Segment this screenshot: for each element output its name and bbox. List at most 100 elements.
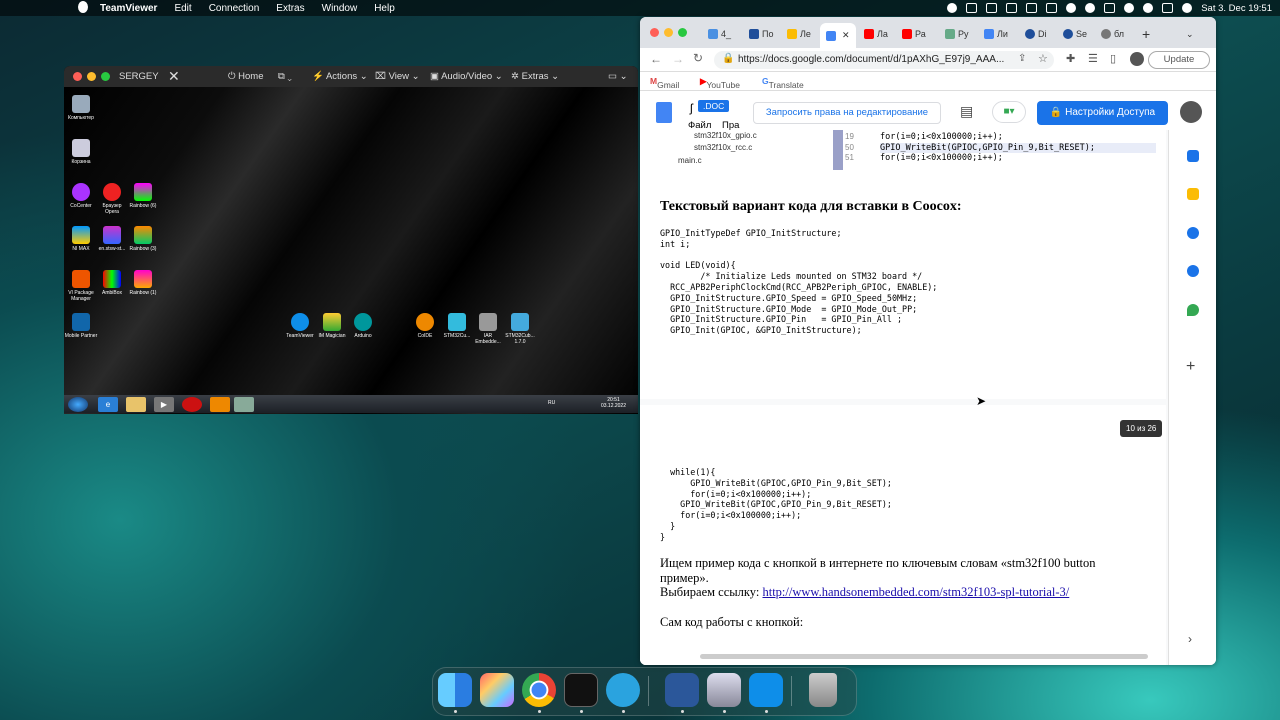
chrome-icon[interactable] (522, 673, 556, 707)
desktop-icon-rainbow6[interactable]: Rainbow (6) (126, 183, 160, 209)
meet-icon[interactable]: ■▾ (992, 101, 1026, 123)
reload-icon[interactable]: ↻ (693, 51, 703, 65)
preview-icon[interactable] (707, 673, 741, 707)
tab-9[interactable]: Se (1063, 24, 1087, 44)
apple-icon[interactable] (78, 1, 88, 13)
forward-icon[interactable]: → (672, 52, 684, 66)
close-session-icon[interactable]: ✕ (168, 68, 180, 85)
ie-icon[interactable]: e (98, 396, 118, 412)
menu-connection[interactable]: Connection (209, 3, 260, 14)
coide-taskbar-icon[interactable] (210, 396, 230, 412)
request-edit-button[interactable]: Запросить права на редактирование (753, 102, 941, 124)
launchpad-icon[interactable] (480, 673, 514, 707)
tab-7[interactable]: Ли (984, 24, 1008, 44)
calendar-icon[interactable] (1187, 150, 1199, 162)
files-icon[interactable]: ⧉ ⌄ (278, 71, 292, 82)
app-taskbar-icon[interactable] (234, 396, 254, 412)
desktop-icon-teamviewer[interactable]: TeamViewer (283, 313, 317, 339)
docs-logo-icon[interactable] (656, 102, 672, 123)
toolbar-actions[interactable]: ⚡ Actions ⌄ (312, 71, 368, 82)
media-player-icon[interactable]: ▶ (154, 396, 174, 412)
desktop-icon-nimax[interactable]: NI MAX (64, 226, 98, 252)
tab-1[interactable]: 4_ (708, 24, 731, 44)
fullscreen-icon[interactable]: ▭ ⌄ (608, 71, 628, 82)
chrome-minimize-button[interactable] (664, 28, 673, 37)
menu-help[interactable]: Help (374, 3, 395, 14)
tab-3[interactable]: Ле (787, 24, 811, 44)
siri-icon[interactable] (1182, 3, 1193, 13)
windows-clock[interactable]: 20:51 03.12.2022 (601, 397, 626, 409)
vk-icon[interactable] (1104, 3, 1116, 13)
keyboard-icon[interactable] (1046, 3, 1058, 13)
folder-icon[interactable] (126, 396, 146, 412)
search-icon[interactable] (1143, 3, 1154, 13)
toolbar-view[interactable]: ⌧ View ⌄ (375, 71, 420, 82)
tasks-icon[interactable] (1187, 227, 1199, 239)
sidepanel-icon[interactable]: ▯ (1110, 52, 1116, 65)
trash-icon[interactable] (809, 673, 837, 707)
horizontal-scrollbar[interactable] (700, 654, 1148, 659)
tab-10[interactable]: бл (1101, 24, 1124, 44)
menu-window[interactable]: Window (322, 3, 358, 14)
battery-icon[interactable] (986, 3, 998, 13)
tutorial-link[interactable]: http://www.handsonembedded.com/stm32f103… (762, 585, 1069, 599)
minimize-window-button[interactable] (87, 72, 96, 81)
desktop-icon-arduino[interactable]: Arduino (346, 313, 380, 339)
remote-desktop[interactable]: Компьютер Корзина CoCenter Браузер Opera… (64, 87, 638, 414)
desktop-icon-stm32cubeide[interactable]: STM32Cub... 1.7.0 (503, 313, 537, 345)
lock-icon[interactable]: 🔒 (722, 53, 734, 64)
desktop-icon-stm32cube[interactable]: STM32Cu... (440, 313, 474, 339)
desktop-icon-im-magician[interactable]: IM Magician (315, 313, 349, 339)
toolbar-audio-video[interactable]: ▣ Audio/Video ⌄ (430, 71, 503, 82)
word-icon[interactable] (665, 673, 699, 707)
bookmark-star-icon[interactable]: ☆ (1038, 52, 1048, 65)
user-avatar[interactable] (1180, 101, 1202, 123)
chrome-close-button[interactable] (650, 28, 659, 37)
collapse-panel-icon[interactable]: › (1188, 632, 1192, 646)
finder-icon[interactable] (438, 673, 472, 707)
toolbar-extras[interactable]: ✲ Extras ⌄ (511, 71, 559, 82)
desktop-icon-opera[interactable]: Браузер Opera (95, 183, 129, 215)
wifi-icon[interactable] (1124, 3, 1135, 13)
extensions-icon[interactable]: ✚ (1066, 52, 1075, 65)
menu-edit[interactable]: Edit (174, 3, 191, 14)
tab-2[interactable]: По (749, 24, 773, 44)
desktop-icon-iar[interactable]: IAR Embedde... (471, 313, 505, 345)
add-addon-icon[interactable]: + (1186, 358, 1195, 376)
opera-taskbar-icon[interactable] (182, 396, 202, 412)
document-canvas[interactable]: stm32f10x_gpio.c stm32f10x_rcc.c main.c … (640, 130, 1168, 665)
telegram-icon[interactable] (606, 673, 640, 707)
new-tab-button[interactable]: + (1142, 24, 1150, 44)
tab-8[interactable]: Di (1025, 24, 1047, 44)
zoom-window-button[interactable] (101, 72, 110, 81)
tab-6[interactable]: Ру (945, 24, 969, 44)
chrome-zoom-button[interactable] (678, 28, 687, 37)
terminal-icon[interactable] (564, 673, 598, 707)
teamviewer-status-icon[interactable] (966, 3, 978, 13)
desktop-icon-rainbow3[interactable]: Rainbow (3) (126, 226, 160, 252)
share-page-icon[interactable]: ⇪ (1018, 53, 1026, 64)
tab-5[interactable]: Ра (902, 24, 926, 44)
share-button[interactable]: 🔒 Настройки Доступа (1037, 101, 1168, 125)
clock[interactable]: Sat 3. Dec 19:51 (1201, 3, 1272, 14)
tab-4[interactable]: Ла (864, 24, 888, 44)
update-button[interactable]: Update (1148, 51, 1210, 69)
desktop-icon-trash[interactable]: Корзина (64, 139, 98, 165)
menu-app-name[interactable]: TeamViewer (100, 3, 157, 14)
desktop-icon-mobile-partner[interactable]: Mobile Partner (64, 313, 98, 339)
profile-avatar[interactable] (1130, 52, 1144, 66)
bluetooth-icon[interactable] (1066, 3, 1077, 13)
maps-icon[interactable] (1187, 304, 1199, 316)
tab-search-icon[interactable]: ⌄ (1186, 24, 1194, 44)
teamviewer-dock-icon[interactable] (749, 673, 783, 707)
display-icon[interactable] (1026, 3, 1038, 13)
reading-list-icon[interactable]: ☰ (1088, 52, 1098, 65)
bookmark-translate[interactable]: G Translate (762, 76, 804, 90)
bookmark-gmail[interactable]: M Gmail (650, 76, 679, 90)
contacts-icon[interactable] (1187, 265, 1199, 277)
back-icon[interactable]: ← (650, 52, 662, 66)
screen-icon[interactable] (1085, 3, 1096, 13)
keep-icon[interactable] (1187, 188, 1199, 200)
url-input[interactable]: 🔒 https://docs.google.com/document/d/1pAX… (714, 51, 1054, 69)
close-window-button[interactable] (73, 72, 82, 81)
